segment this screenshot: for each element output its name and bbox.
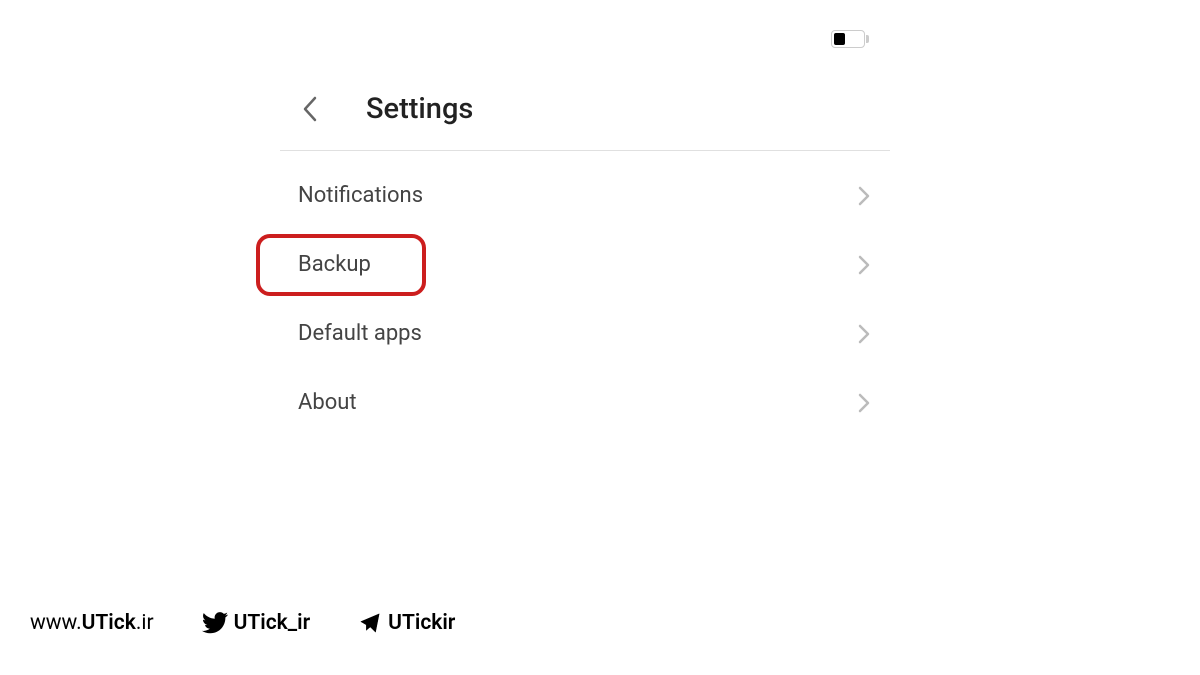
menu-label: Backup: [298, 252, 371, 277]
menu-list: Notifications Backup Default apps: [280, 151, 890, 437]
chevron-right-icon: [858, 324, 870, 344]
menu-label: About: [298, 390, 357, 415]
footer-telegram: UTickir: [358, 611, 455, 635]
menu-label: Notifications: [298, 183, 423, 208]
status-bar: [831, 30, 865, 48]
back-button[interactable]: [294, 93, 326, 125]
chevron-right-icon: [858, 255, 870, 275]
menu-item-about[interactable]: About: [280, 368, 890, 437]
chevron-left-icon: [301, 95, 319, 123]
website-prefix: www.: [30, 611, 82, 635]
chevron-right-icon: [858, 186, 870, 206]
telegram-icon: [358, 612, 382, 634]
chevron-right-icon: [858, 393, 870, 413]
website-main: UTick: [82, 611, 136, 635]
website-suffix: .ir: [136, 611, 154, 635]
menu-item-default-apps[interactable]: Default apps: [280, 299, 890, 368]
settings-panel: Settings Notifications Backup Default ap…: [280, 80, 890, 437]
footer-twitter: UTick_ir: [202, 611, 311, 635]
page-title: Settings: [366, 92, 473, 126]
footer-attribution: www.UTick.ir UTick_ir UTickir: [30, 611, 455, 635]
twitter-handle: UTick_ir: [234, 611, 311, 635]
menu-item-backup[interactable]: Backup: [280, 230, 890, 299]
battery-icon: [831, 30, 865, 48]
footer-website: www.UTick.ir: [30, 611, 154, 635]
telegram-handle: UTickir: [388, 611, 455, 635]
battery-fill: [834, 33, 845, 45]
settings-header: Settings: [280, 80, 890, 151]
twitter-icon: [202, 612, 228, 634]
menu-item-notifications[interactable]: Notifications: [280, 161, 890, 230]
menu-label: Default apps: [298, 321, 422, 346]
